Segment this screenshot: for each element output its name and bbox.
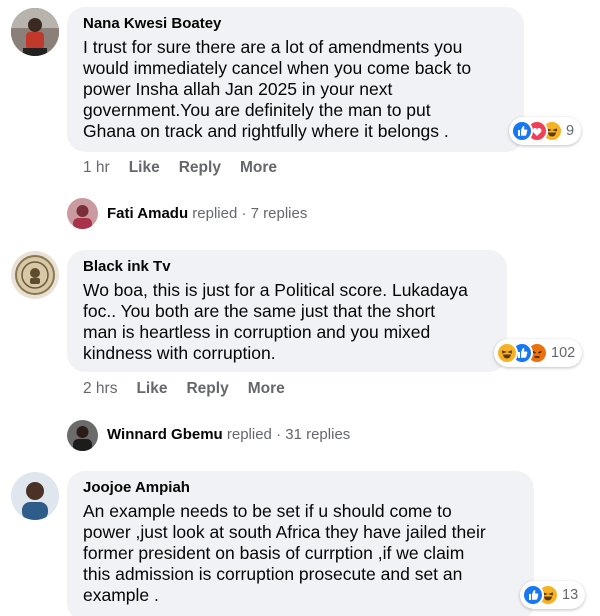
comment-text: An example needs to be set if u should c…	[83, 501, 486, 606]
reaction-summary[interactable]: 9	[509, 117, 582, 145]
comment-text-line: this admission is corruption prosecute a…	[83, 564, 463, 584]
replies-count[interactable]: · 7 replies	[242, 205, 308, 222]
replier-name[interactable]: Fati Amadu	[107, 205, 188, 222]
comment-text-line: would immediately cancel when you come b…	[83, 58, 472, 78]
comment-text-line: government.You are definitely the man to…	[83, 100, 431, 120]
reply-button[interactable]: Reply	[186, 380, 228, 397]
comment-text-line: Wo boa, this is just for a Political sco…	[83, 280, 468, 300]
reaction-count: 13	[562, 587, 579, 603]
comment-text: Wo boa, this is just for a Political sco…	[83, 280, 468, 364]
replier-name[interactable]: Winnard Gbemu	[107, 426, 223, 443]
like-button[interactable]: Like	[136, 380, 167, 397]
like-icon	[511, 120, 533, 142]
reaction-summary[interactable]: 102	[494, 339, 583, 367]
comment-text-line: kindness with corruption.	[83, 343, 276, 363]
comment-text-line: I trust for sure there are a lot of amen…	[83, 37, 463, 57]
avatar[interactable]	[11, 251, 59, 299]
comment-text-line: An example needs to be set if u should c…	[83, 501, 452, 521]
comment-timestamp[interactable]: 1 hr	[83, 159, 110, 176]
comment-author[interactable]: Joojoe Ampiah	[83, 479, 190, 496]
avatar[interactable]	[11, 8, 59, 56]
comment-text-line: Ghana on track and rightfully where it b…	[83, 121, 449, 141]
comment-text-line: man is heartless in corruption and you m…	[83, 322, 431, 342]
replied-label: replied	[192, 205, 238, 222]
reaction-summary[interactable]: 13	[520, 581, 586, 609]
reply-button[interactable]: Reply	[179, 159, 221, 176]
replies-count[interactable]: · 31 replies	[276, 426, 350, 443]
comment-text: I trust for sure there are a lot of amen…	[83, 37, 471, 142]
avatar[interactable]	[67, 420, 98, 451]
comment-timestamp[interactable]: 2 hrs	[83, 380, 117, 397]
comment-author[interactable]: Black ink Tv	[83, 258, 171, 275]
replies-link[interactable]: Winnard Gbemu replied · 31 replies	[107, 426, 350, 443]
comment-text-line: foc.. You both are the same just that th…	[83, 301, 436, 321]
reaction-count: 102	[551, 345, 576, 361]
replies-link[interactable]: Fati Amadu replied · 7 replies	[107, 205, 307, 222]
comment-text-line: power Insha allah Jan 2025 in your next	[83, 79, 393, 99]
like-button[interactable]: Like	[129, 159, 160, 176]
replied-label: replied	[226, 426, 272, 443]
more-button[interactable]: More	[248, 380, 285, 397]
reaction-count: 9	[566, 123, 575, 139]
avatar[interactable]	[11, 472, 59, 520]
comment-text-line: former president on basis of currption ,…	[83, 543, 465, 563]
comment-actions: 2 hrs Like Reply More	[83, 380, 304, 398]
haha-icon	[496, 342, 518, 364]
like-icon	[522, 584, 544, 606]
avatar[interactable]	[67, 198, 98, 229]
comment-actions: 1 hr Like Reply More	[83, 159, 296, 177]
comment-text-line: example .	[83, 585, 159, 605]
more-button[interactable]: More	[240, 159, 277, 176]
comment-text-line: power ,just look at south Africa they ha…	[83, 522, 486, 542]
comment-author[interactable]: Nana Kwesi Boatey	[83, 15, 221, 32]
